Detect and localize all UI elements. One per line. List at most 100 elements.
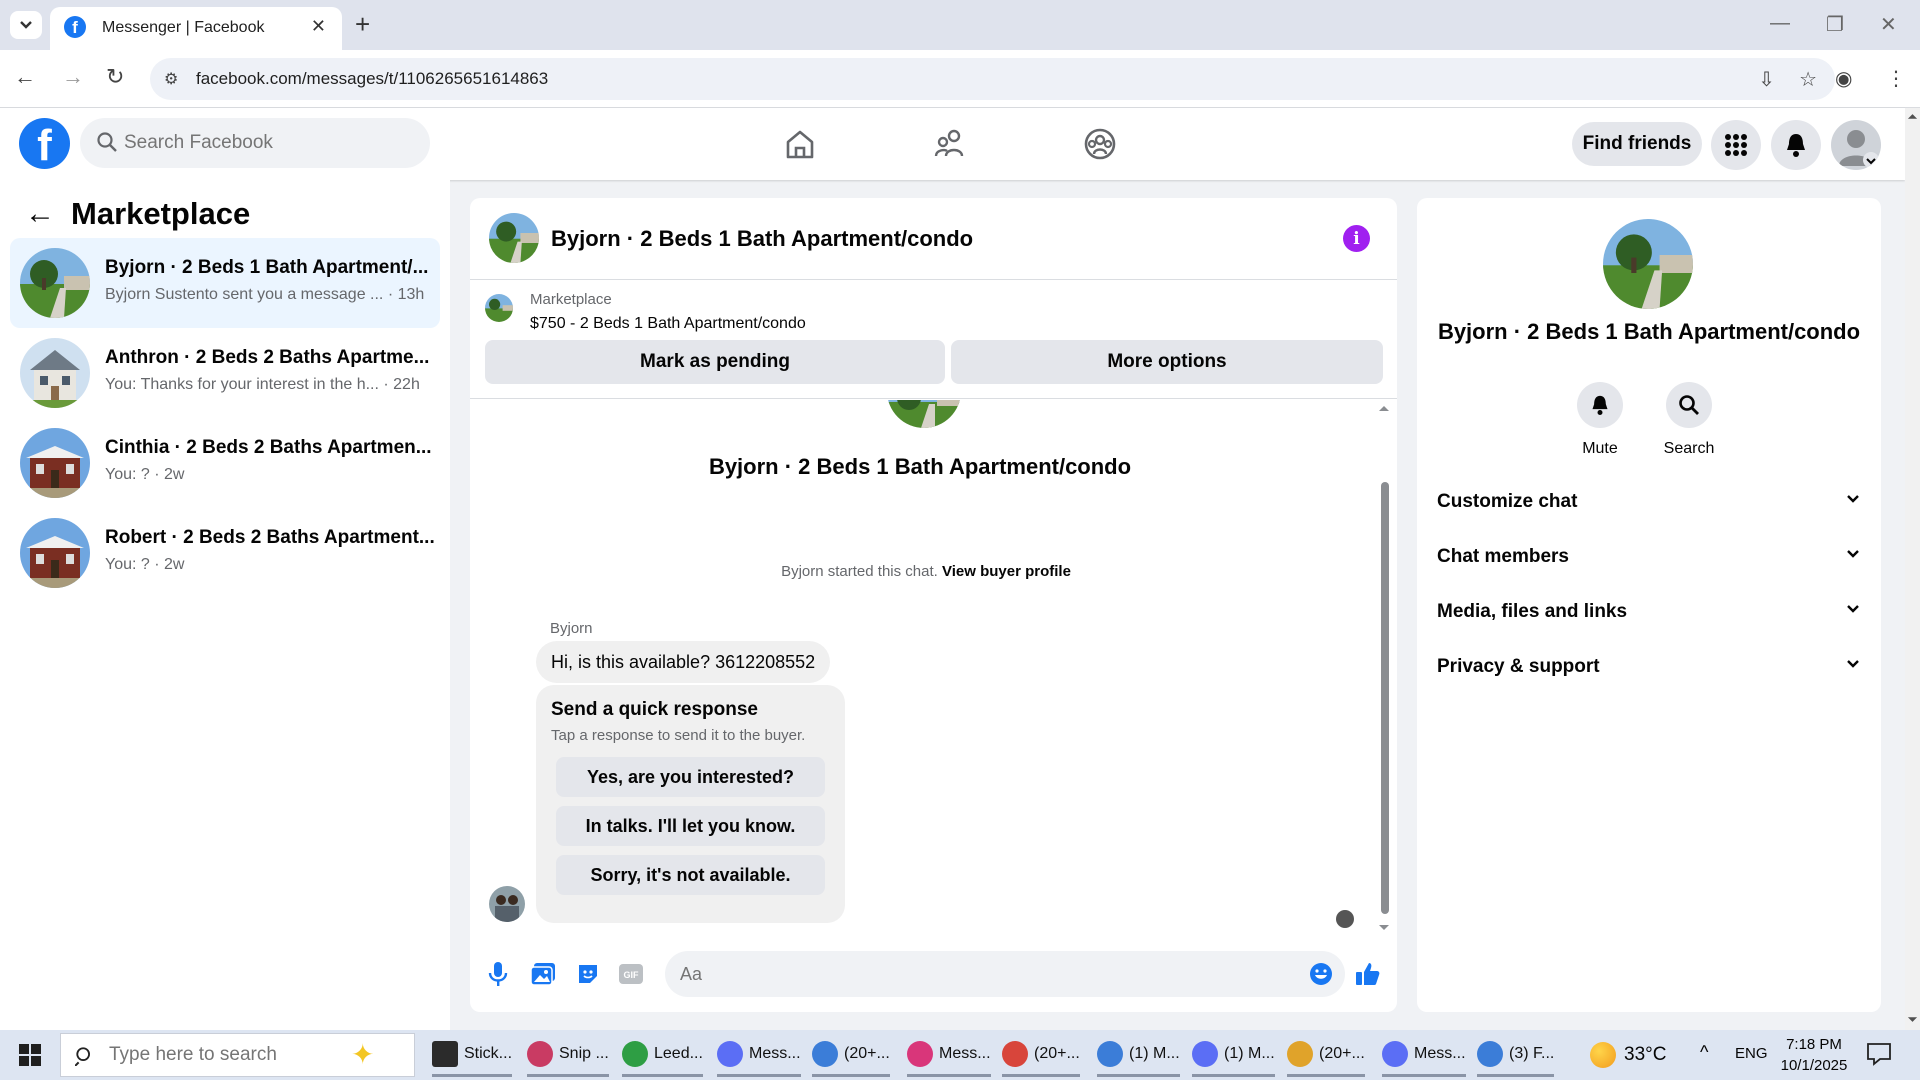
thumbs-up-icon[interactable]: [1355, 961, 1381, 987]
mark-as-pending-button[interactable]: Mark as pending: [485, 340, 945, 384]
quick-response-option[interactable]: Sorry, it's not available.: [556, 855, 825, 895]
search-action[interactable]: Search: [1649, 382, 1729, 458]
sticker-icon[interactable]: [575, 961, 601, 987]
taskbar-app[interactable]: (20+...: [1287, 1033, 1365, 1077]
taskbar-app-label: Stick...: [464, 1044, 513, 1062]
customize-chat-row[interactable]: Customize chat: [1437, 481, 1861, 521]
mute-button[interactable]: [1577, 382, 1623, 428]
restore-icon[interactable]: ❐: [1826, 12, 1844, 37]
taskbar-app[interactable]: (1) M...: [1192, 1033, 1275, 1077]
scrollbar-thumb[interactable]: [1381, 482, 1389, 914]
url-field[interactable]: ⚙ facebook.com/messages/t/11062656516148…: [150, 58, 1835, 100]
emoji-icon[interactable]: [1309, 962, 1333, 986]
conversation-item[interactable]: Byjorn · 2 Beds 1 Bath Apartment/... Byj…: [10, 238, 440, 328]
svg-text:GIF: GIF: [624, 970, 640, 980]
home-icon[interactable]: [782, 126, 818, 162]
taskbar-search-box[interactable]: ✦: [60, 1033, 415, 1077]
gif-icon[interactable]: GIF: [618, 961, 644, 987]
close-tab-icon[interactable]: ✕: [311, 16, 326, 37]
taskbar-app[interactable]: Mess...: [907, 1033, 991, 1077]
scroll-down-icon[interactable]: [1378, 924, 1390, 932]
mute-action[interactable]: Mute: [1560, 382, 1640, 458]
close-window-icon[interactable]: ✕: [1880, 12, 1897, 37]
site-settings-icon[interactable]: ⚙: [164, 69, 178, 89]
taskbar-app[interactable]: Leed...: [622, 1033, 703, 1077]
new-tab-button[interactable]: +: [355, 10, 370, 38]
chrome-icon: [907, 1040, 933, 1067]
browser-tab[interactable]: f Messenger | Facebook ✕: [50, 7, 342, 50]
language-indicator[interactable]: ENG: [1735, 1045, 1768, 1062]
chat-title[interactable]: Byjorn · 2 Beds 1 Bath Apartment/condo: [551, 226, 973, 252]
taskbar-app[interactable]: Stick...: [432, 1033, 513, 1077]
more-options-button[interactable]: More options: [951, 340, 1383, 384]
menu-grid-button[interactable]: [1711, 120, 1761, 170]
section-label: Customize chat: [1437, 491, 1578, 512]
notifications-button[interactable]: [1771, 120, 1821, 170]
facebook-search-box[interactable]: [80, 118, 430, 168]
taskbar-search-input[interactable]: [109, 1044, 349, 1066]
back-icon[interactable]: ←: [14, 64, 36, 90]
page-scroll-down-icon[interactable]: [1907, 1016, 1918, 1024]
page-scroll-up-icon[interactable]: [1907, 112, 1918, 120]
taskbar-app[interactable]: (20+...: [812, 1033, 890, 1077]
microphone-icon[interactable]: [485, 961, 511, 987]
friends-icon[interactable]: [932, 126, 968, 162]
media-files-links-row[interactable]: Media, files and links: [1437, 591, 1861, 631]
bookmark-star-icon[interactable]: ☆: [1799, 67, 1817, 92]
info-icon[interactable]: i: [1343, 225, 1370, 252]
quick-response-option[interactable]: In talks. I'll let you know.: [556, 806, 825, 846]
scroll-up-icon[interactable]: [1378, 404, 1390, 412]
chevron-down-icon: [1847, 550, 1859, 558]
tray-chevron-up-icon[interactable]: ^: [1700, 1042, 1708, 1063]
url-text[interactable]: facebook.com/messages/t/1106265651614863: [196, 69, 548, 89]
weather-widget[interactable]: 33°C: [1590, 1042, 1666, 1068]
page-scrollbar[interactable]: [1905, 108, 1920, 1030]
copilot-sparkle-icon[interactable]: ✦: [351, 1038, 374, 1071]
section-label: Chat members: [1437, 546, 1569, 567]
taskbar-app-label: Mess...: [749, 1044, 801, 1062]
groups-icon[interactable]: [1082, 126, 1118, 162]
clock-time: 7:18 PM: [1786, 1036, 1842, 1053]
search-in-chat-button[interactable]: [1666, 382, 1712, 428]
taskbar-app[interactable]: (20+...: [1002, 1033, 1080, 1077]
quick-response-option[interactable]: Yes, are you interested?: [556, 757, 825, 797]
browser-menu-icon[interactable]: ⋮: [1886, 66, 1906, 91]
tab-search-button[interactable]: [10, 11, 42, 39]
back-arrow-icon[interactable]: ←: [25, 197, 55, 231]
chat-avatar[interactable]: [489, 213, 539, 263]
search-input[interactable]: [124, 130, 414, 156]
listing-description[interactable]: $750 - 2 Beds 1 Bath Apartment/condo: [530, 315, 806, 333]
install-app-icon[interactable]: ⇩: [1758, 67, 1775, 92]
message-bubble[interactable]: Hi, is this available? 3612208552: [536, 641, 831, 683]
privacy-support-row[interactable]: Privacy & support: [1437, 646, 1861, 686]
notification-center-icon[interactable]: [1866, 1042, 1892, 1066]
chat-members-row[interactable]: Chat members: [1437, 536, 1861, 576]
facebook-logo[interactable]: f: [19, 118, 70, 169]
marketplace-sidebar: ← Marketplace Byjorn · 2 Beds 1 Bath Apa…: [0, 180, 450, 1030]
taskbar-app[interactable]: Mess...: [1382, 1033, 1466, 1077]
clock-date: 10/1/2025: [1780, 1057, 1848, 1074]
photo-icon[interactable]: [530, 961, 556, 987]
windows-start-icon[interactable]: [18, 1043, 42, 1067]
message-input-box[interactable]: [665, 951, 1345, 997]
sender-avatar[interactable]: [489, 886, 525, 922]
find-friends-button[interactable]: Find friends: [1572, 122, 1702, 166]
reload-icon[interactable]: ↻: [106, 64, 124, 90]
taskbar-clock[interactable]: 7:18 PM 10/1/2025: [1778, 1034, 1850, 1076]
forward-icon[interactable]: →: [62, 64, 84, 90]
taskbar-app[interactable]: Mess...: [717, 1033, 801, 1077]
taskbar-app[interactable]: Snip ...: [527, 1033, 609, 1077]
conversation-item[interactable]: Anthron · 2 Beds 2 Baths Apartme... You:…: [10, 328, 440, 418]
conversation-preview: You: ? · 2w: [105, 556, 185, 573]
app-icon: [527, 1040, 553, 1067]
thread-scrollbar[interactable]: [1378, 400, 1390, 938]
account-avatar[interactable]: [1831, 120, 1881, 170]
taskbar-app[interactable]: (1) M...: [1097, 1033, 1180, 1077]
taskbar-app[interactable]: (3) F...: [1477, 1033, 1555, 1077]
message-input[interactable]: [680, 962, 1280, 986]
conversation-item[interactable]: Cinthia · 2 Beds 2 Baths Apartmen... You…: [10, 418, 440, 508]
view-buyer-profile-link[interactable]: View buyer profile: [942, 563, 1071, 580]
conversation-item[interactable]: Robert · 2 Beds 2 Baths Apartment... You…: [10, 508, 440, 598]
minimize-icon[interactable]: —: [1770, 12, 1790, 35]
profile-icon[interactable]: ◉: [1835, 66, 1852, 91]
